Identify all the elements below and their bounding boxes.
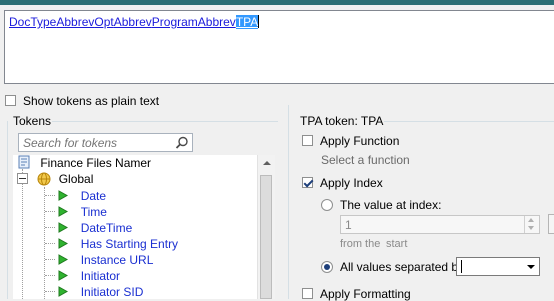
show-plain-text-checkbox[interactable]: [5, 95, 16, 106]
text-caret: [461, 260, 462, 273]
start-label: start: [386, 238, 408, 250]
tree-item[interactable]: Initiator: [45, 268, 120, 284]
tree-item-label: Initiator SID: [80, 285, 144, 299]
tree-item[interactable]: Time: [45, 204, 107, 220]
apply-index-label: Apply Index: [320, 176, 383, 190]
index-number-input[interactable]: [341, 216, 515, 233]
play-arrow-icon: [58, 222, 69, 233]
tree-group-global[interactable]: Global: [17, 171, 93, 187]
tokens-group-border-left: [7, 121, 8, 299]
top-accent-strip: [0, 0, 554, 5]
token-search-box[interactable]: [18, 133, 193, 152]
formula-token[interactable]: DocType: [9, 15, 56, 29]
tree-root-label: Finance Files Namer: [40, 156, 152, 170]
index-spinner[interactable]: [524, 216, 539, 233]
formula-token[interactable]: Abbrev: [114, 15, 152, 29]
all-values-radio[interactable]: [321, 261, 333, 273]
tree-item-label: Initiator: [80, 269, 121, 283]
search-icon[interactable]: [175, 136, 189, 153]
token-panel-title: TPA token: TPA: [300, 114, 384, 128]
scrollbar-thumb[interactable]: [260, 175, 272, 299]
value-at-index-label: The value at index:: [340, 198, 442, 212]
value-at-index-radio[interactable]: [321, 199, 333, 211]
index-number-box[interactable]: [340, 215, 540, 234]
tree-item[interactable]: Instance URL: [45, 252, 153, 268]
play-arrow-icon: [58, 286, 69, 297]
collapse-icon[interactable]: [17, 173, 28, 184]
scroll-up-icon[interactable]: [263, 161, 271, 165]
tree-root[interactable]: Finance Files Namer: [17, 155, 151, 171]
document-icon: [18, 155, 30, 169]
chevron-down-icon[interactable]: [527, 265, 535, 269]
tokens-group-border: [52, 121, 278, 122]
tree-group-label: Global: [58, 172, 94, 186]
tree-scrollbar[interactable]: [257, 155, 275, 299]
formula-editor[interactable]: DocTypeAbbrevOptAbbrevProgramAbbrevTPA: [4, 10, 554, 84]
formula-token[interactable]: Opt: [94, 15, 113, 29]
all-values-label: All values separated by:: [340, 260, 468, 274]
spin-down-icon[interactable]: [528, 226, 534, 230]
play-arrow-icon: [58, 270, 69, 281]
pane-divider: [288, 105, 289, 299]
tree-item-label: Date: [80, 189, 107, 203]
tree-item[interactable]: Has Starting Entry: [45, 236, 178, 252]
formula-token[interactable]: Abbrev: [56, 15, 94, 29]
tree-item-label: Has Starting Entry: [80, 237, 179, 251]
tree-item-label: Instance URL: [80, 253, 154, 267]
play-arrow-icon: [58, 238, 69, 249]
tree-item-label: DateTime: [80, 221, 133, 235]
apply-function-label: Apply Function: [320, 134, 400, 148]
tokens-group-title: Tokens: [13, 114, 52, 128]
formula-text[interactable]: DocTypeAbbrevOptAbbrevProgramAbbrevTPA: [9, 15, 260, 30]
tree-item[interactable]: Initiator SID: [45, 284, 143, 299]
tree-item-label: Time: [80, 205, 107, 219]
token-tree[interactable]: Finance Files Namer Global Date Time Dat…: [13, 155, 275, 299]
separator-dropdown[interactable]: [456, 257, 540, 276]
apply-function-checkbox[interactable]: [302, 135, 313, 146]
side-dropdown-button[interactable]: [548, 214, 554, 234]
tree-item[interactable]: Date: [45, 188, 106, 204]
tree-line: [22, 169, 23, 299]
play-arrow-icon: [58, 254, 69, 265]
from-the-label: from the: [340, 238, 381, 250]
play-arrow-icon: [58, 206, 69, 217]
formula-token[interactable]: Abbrev: [198, 15, 236, 29]
function-hint[interactable]: Select a function: [321, 153, 410, 167]
show-plain-text-label: Show tokens as plain text: [23, 94, 160, 108]
apply-formatting-checkbox[interactable]: [302, 288, 313, 299]
token-search-input[interactable]: [19, 134, 173, 151]
token-panel-border: [384, 121, 554, 122]
play-arrow-icon: [58, 190, 69, 201]
text-caret: [258, 15, 260, 28]
apply-index-checkbox[interactable]: [302, 177, 313, 188]
spin-up-icon[interactable]: [528, 218, 534, 222]
formula-token[interactable]: Program: [152, 15, 198, 29]
tree-item[interactable]: DateTime: [45, 220, 132, 236]
globe-icon: [37, 172, 51, 186]
formula-token-selected[interactable]: TPA: [235, 15, 259, 29]
